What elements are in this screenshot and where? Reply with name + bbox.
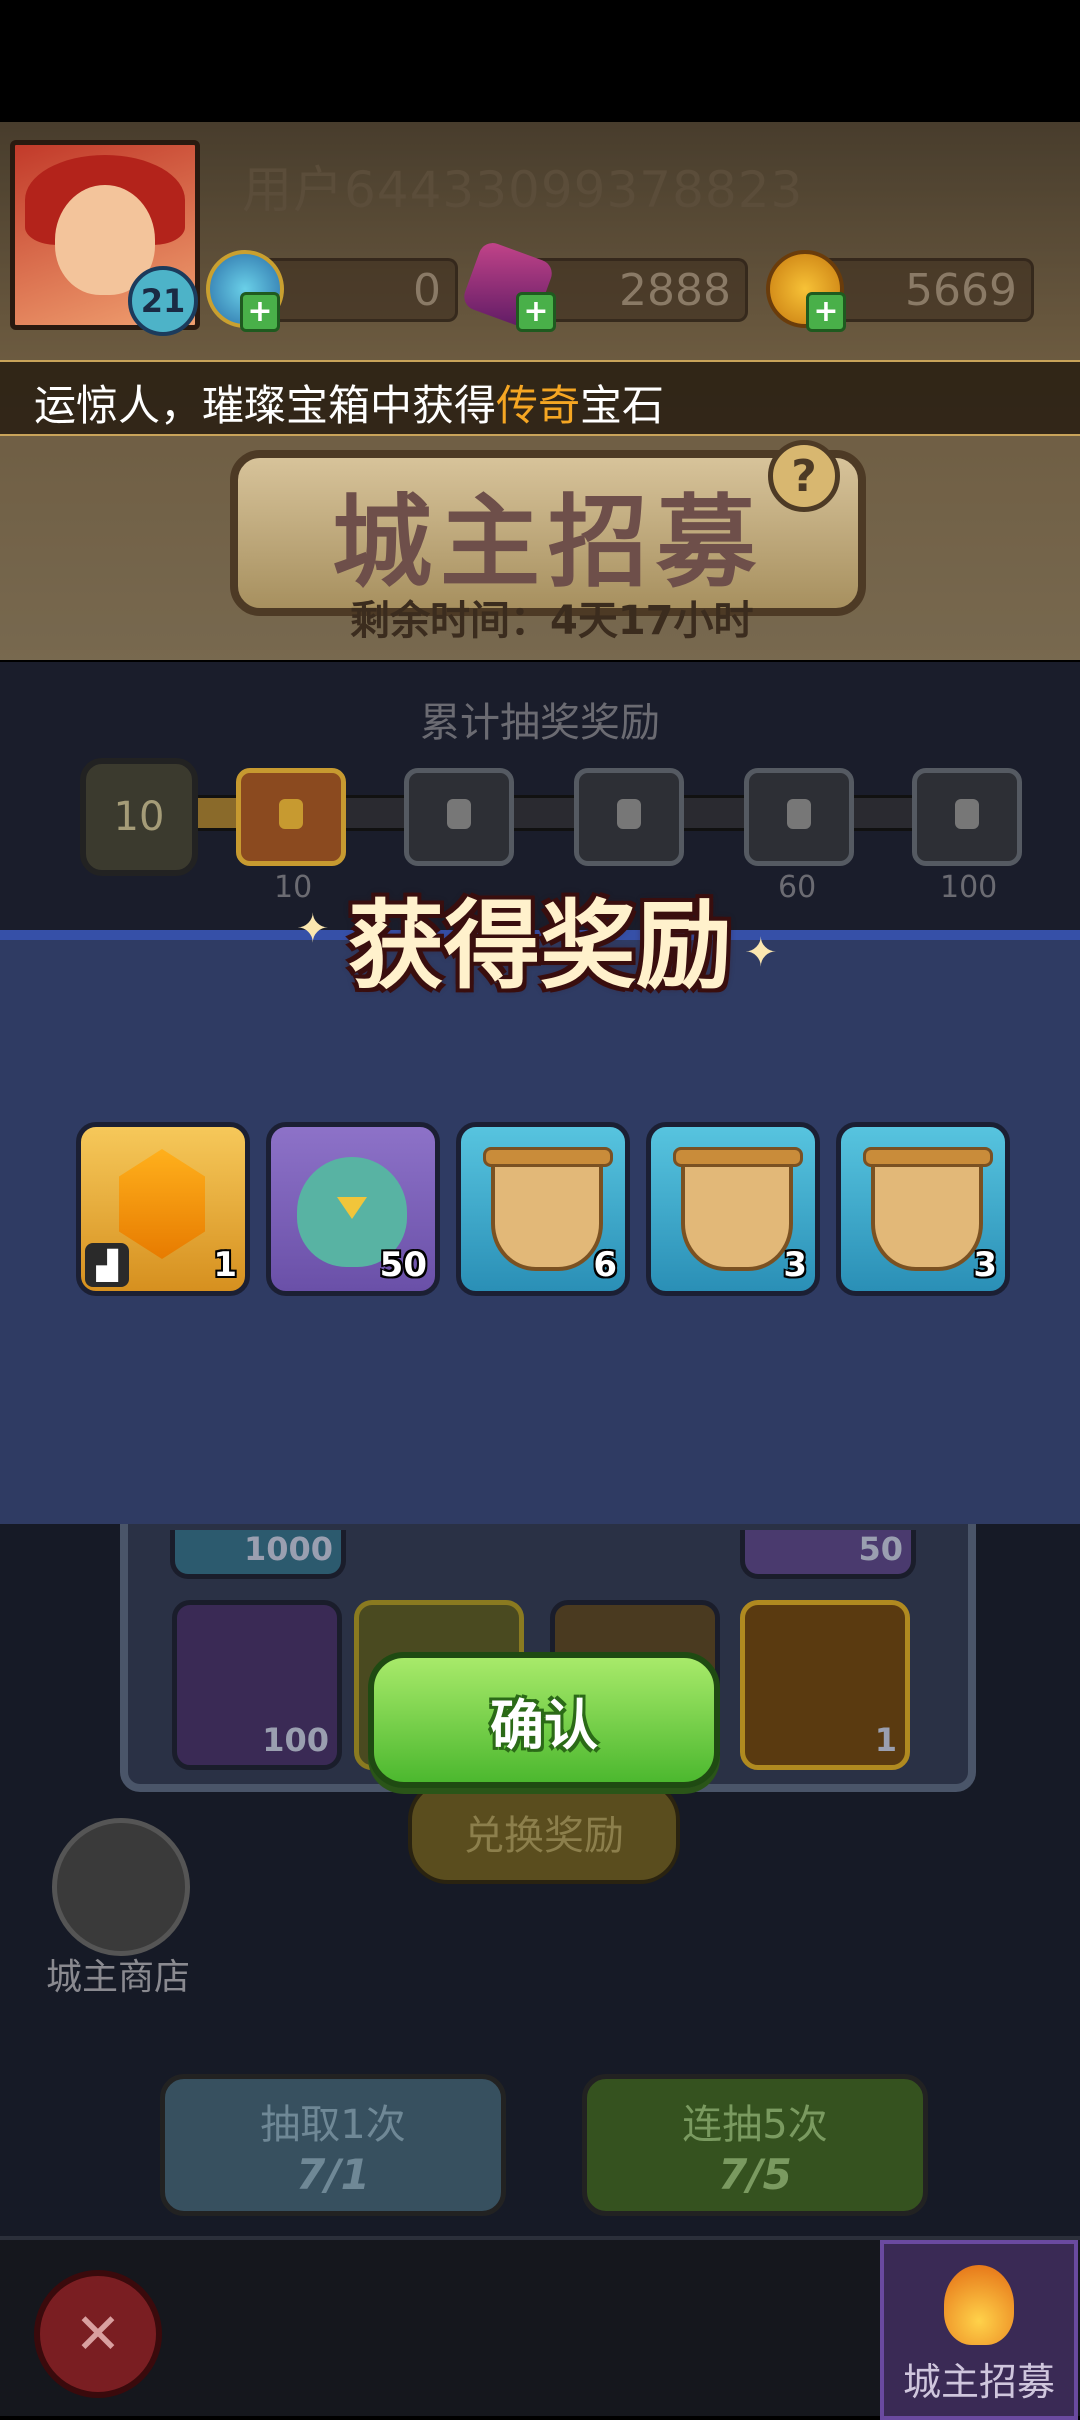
ticker-highlight: 传奇 [496, 381, 581, 430]
locked-chest-icon[interactable] [574, 768, 684, 866]
exchange-rewards-button[interactable]: 兑换奖励 [408, 1780, 680, 1884]
prize-cell[interactable]: 1000 [170, 1530, 346, 1579]
modal-title: 获得奖励 [348, 890, 732, 1002]
draw-once-label: 抽取1次 [260, 2101, 406, 2148]
armor-scroll-icon [483, 1147, 613, 1271]
flame-icon [944, 2265, 1014, 2345]
reward-qty: 50 [379, 1245, 427, 1285]
reward-item-owl[interactable]: 50 [266, 1122, 440, 1296]
reward-item-ring-scroll[interactable]: 3 [646, 1122, 820, 1296]
draw-once-button[interactable]: 抽取1次 7/1 [160, 2074, 506, 2216]
lord-shop-icon[interactable] [52, 1818, 190, 1956]
confirm-button[interactable]: 确认 [368, 1652, 720, 1788]
reward-qty: 6 [593, 1245, 617, 1285]
banner-title: 城主招募 [332, 483, 764, 601]
draw-five-button[interactable]: 连抽5次 7/5 [582, 2074, 928, 2216]
add-purple-gem-button[interactable]: + [516, 292, 556, 332]
ring-scroll-icon [673, 1147, 803, 1271]
lord-shop-label[interactable]: 城主商店 [20, 1948, 216, 2000]
reward-qty: 3 [783, 1245, 807, 1285]
draw-once-count: 7/1 [296, 2149, 370, 2199]
locked-chest-icon[interactable] [404, 768, 514, 866]
gem-prize-cell[interactable]: 1 [740, 1600, 910, 1770]
boot-scroll-icon [863, 1147, 993, 1271]
level-badge: 21 [128, 266, 198, 336]
reward-item-gem[interactable]: ▟ 1 [76, 1122, 250, 1296]
remaining-time: 剩余时间：4天17小时 [350, 598, 754, 644]
progress-medal: 10 [80, 758, 198, 876]
tab-lord-recruit[interactable]: 城主招募 [880, 2240, 1078, 2420]
prize-cell[interactable]: 50 [740, 1530, 916, 1579]
cumulative-rewards-title: 累计抽奖奖励 [420, 700, 660, 746]
tab-lord-recruit-label: 城主招募 [902, 2360, 1055, 2404]
boot-icon: ▟ [85, 1243, 129, 1287]
reward-qty: 3 [973, 1245, 997, 1285]
reward-item-armor-scroll[interactable]: 6 [456, 1122, 630, 1296]
puzzle-prize-cell[interactable]: 100 [172, 1600, 342, 1770]
ticker-suffix: 宝石 [580, 381, 665, 430]
chest-icon[interactable] [236, 768, 346, 866]
announcement-ticker: 运惊人，璀璨宝箱中获得传奇宝石 [0, 360, 1080, 436]
sparkle-icon: ✦ [744, 930, 778, 976]
add-gold-coin-button[interactable]: + [806, 292, 846, 332]
sparkle-icon: ✦ [296, 906, 330, 952]
locked-chest-icon[interactable] [744, 768, 854, 866]
locked-chest-icon[interactable] [912, 768, 1022, 866]
close-icon[interactable]: ✕ [34, 2270, 162, 2398]
username: 用户64433099378823 [242, 161, 804, 219]
add-blue-gem-button[interactable]: + [240, 292, 280, 332]
ticker-prefix: 运惊人，璀璨宝箱中获得 [34, 381, 497, 430]
gem-icon [119, 1149, 205, 1259]
draw-five-label: 连抽5次 [682, 2101, 828, 2148]
reward-item-boot-scroll[interactable]: 3 [836, 1122, 1010, 1296]
draw-five-count: 7/5 [718, 2149, 792, 2199]
help-button[interactable]: ? [768, 440, 840, 512]
status-bar [0, 0, 1080, 122]
reward-qty: 1 [213, 1245, 237, 1285]
